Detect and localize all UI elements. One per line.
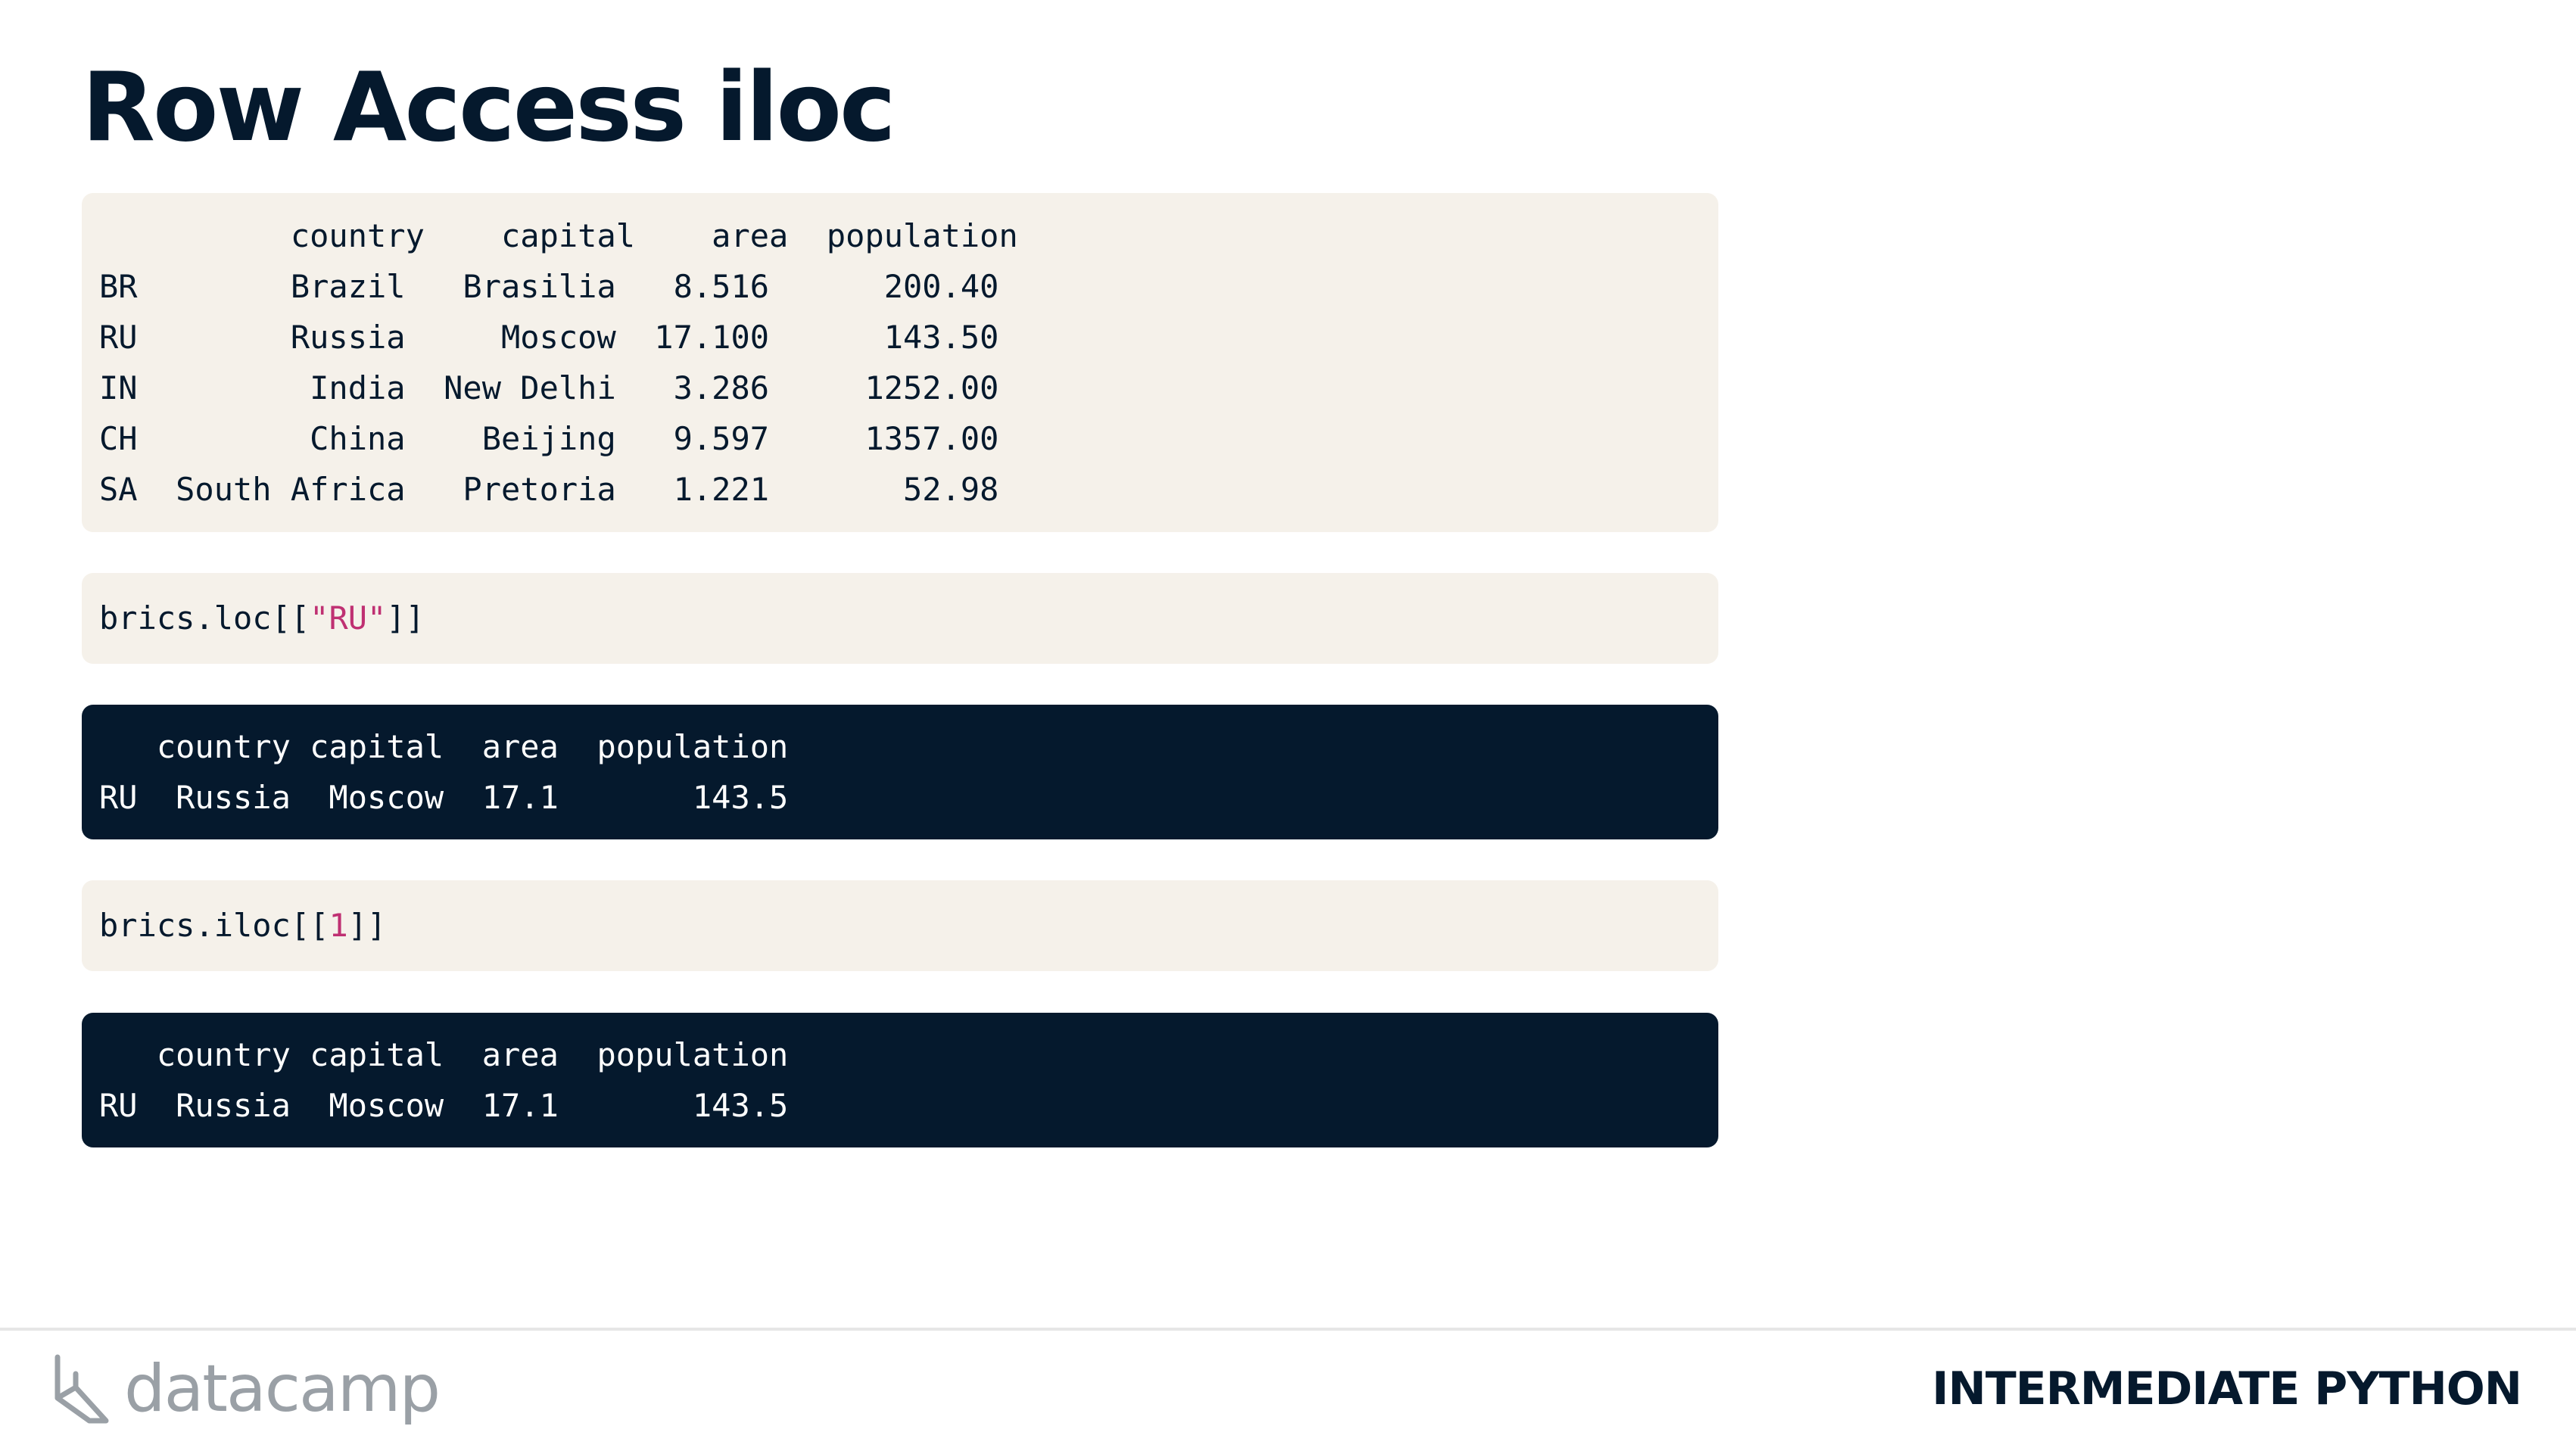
dataframe-row-br: BR Brazil Brasilia 8.516 200.40: [99, 268, 999, 305]
code-iloc-suffix: ]]: [347, 907, 387, 944]
slide-title: Row Access iloc: [82, 51, 896, 163]
output-loc-row-ru: RU Russia Moscow 17.1 143.5: [99, 779, 789, 816]
code-line-iloc: brics.iloc[[1]]: [99, 900, 386, 951]
datacamp-mark-icon: [55, 1354, 109, 1424]
code-iloc-int-arg: 1: [329, 907, 348, 944]
dataframe-row-ch: CH China Beijing 9.597 1357.00: [99, 420, 999, 457]
dataframe-block: country capital area population BR Brazi…: [82, 193, 1718, 532]
code-block-loc: brics.loc[["RU"]]: [82, 573, 1718, 664]
dataframe-header-row: country capital area population: [99, 217, 1018, 254]
code-block-iloc: brics.iloc[[1]]: [82, 880, 1718, 971]
datacamp-wordmark: datacamp: [124, 1351, 441, 1427]
output-block-loc: country capital area population RU Russi…: [82, 705, 1718, 839]
code-loc-prefix: brics.loc[[: [99, 599, 310, 637]
footer-divider: [0, 1328, 2576, 1331]
output-iloc-header-row: country capital area population: [99, 1036, 789, 1073]
datacamp-logo: datacamp: [53, 1351, 441, 1427]
dataframe-row-sa: SA South Africa Pretoria 1.221 52.98: [99, 471, 999, 508]
output-loc-header-row: country capital area population: [99, 728, 789, 765]
course-title: INTERMEDIATE PYTHON: [1932, 1362, 2522, 1415]
code-loc-suffix: ]]: [386, 599, 425, 637]
code-loc-string-arg: "RU": [310, 599, 387, 637]
dataframe-row-in: IN India New Delhi 3.286 1252.00: [99, 369, 999, 406]
dataframe-row-ru: RU Russia Moscow 17.100 143.50: [99, 319, 999, 356]
output-iloc-row-ru: RU Russia Moscow 17.1 143.5: [99, 1087, 789, 1124]
output-block-iloc: country capital area population RU Russi…: [82, 1013, 1718, 1147]
code-iloc-prefix: brics.iloc[[: [99, 907, 329, 944]
code-line-loc: brics.loc[["RU"]]: [99, 593, 425, 643]
